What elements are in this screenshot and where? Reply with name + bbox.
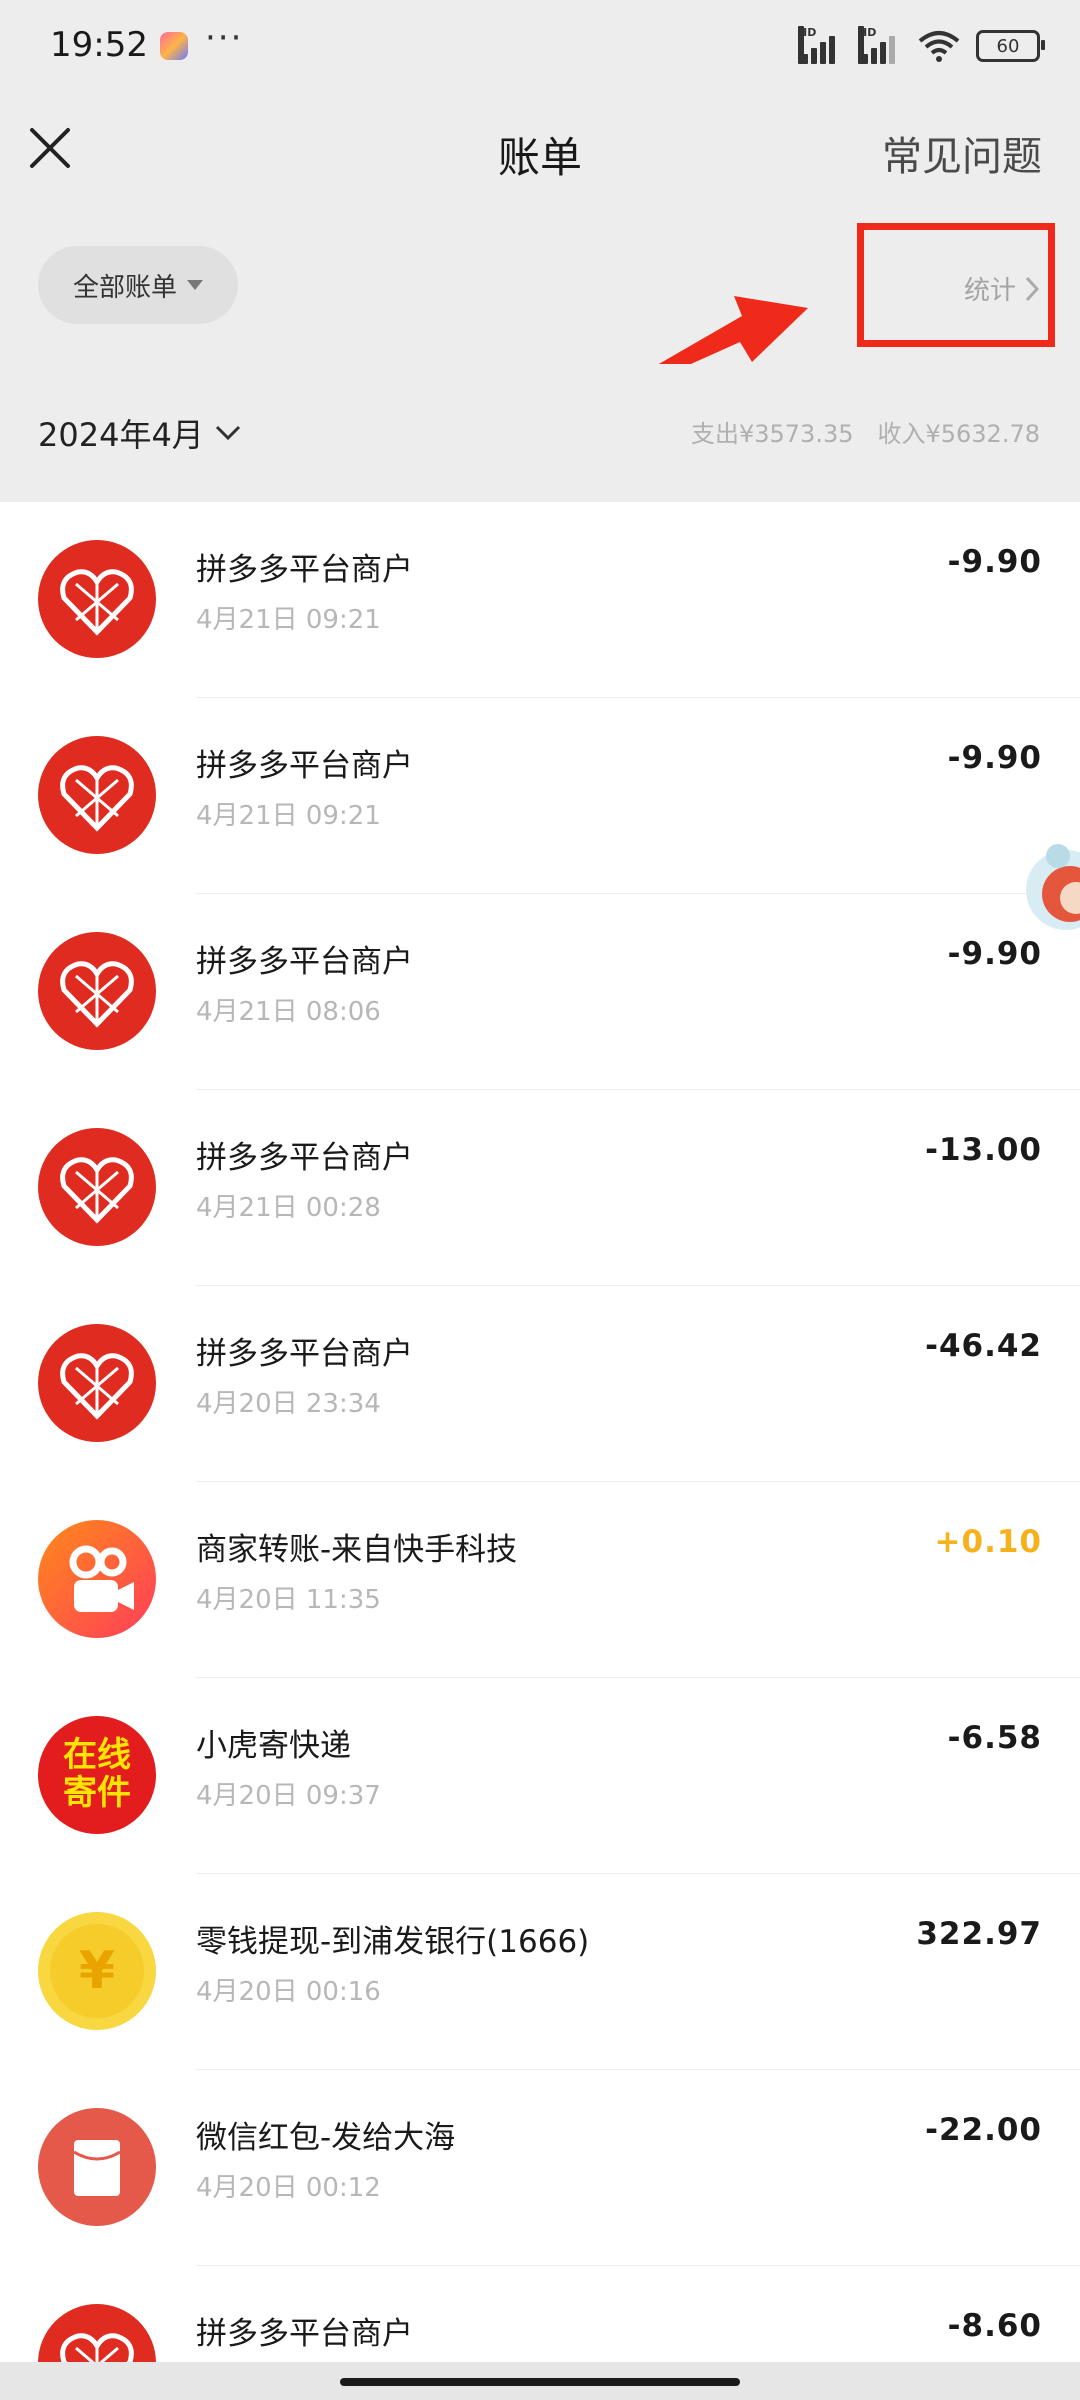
pinduoduo-logo — [38, 2304, 156, 2362]
transaction-amount: -13.00 — [925, 1132, 1042, 1168]
transaction-row[interactable]: 拼多多平台商户 -8.60 — [0, 2266, 1080, 2362]
expense-total: 支出¥3573.35 — [690, 420, 854, 448]
transaction-amount: +0.10 — [934, 1524, 1042, 1560]
battery-icon: 60 — [976, 30, 1045, 62]
pinduoduo-logo — [38, 736, 156, 854]
yuan-coin-icon: ¥ — [38, 1912, 156, 2030]
annotation-highlight-box — [857, 223, 1055, 347]
title-bar: 账单 常见问题 — [0, 100, 1080, 209]
status-bar: 19:52 ··· HD HD 60 — [0, 0, 1080, 100]
transaction-row[interactable]: 拼多多平台商户 4月21日 09:21 -9.90 — [0, 698, 1080, 894]
income-total: 收入¥5632.78 — [877, 420, 1040, 448]
kuaishou-logo — [38, 1520, 156, 1638]
more-notifications-icon: ··· — [205, 18, 244, 58]
merchant-name: 商家转账-来自快手科技 — [196, 1532, 518, 1568]
merchant-name: 拼多多平台商户 — [196, 944, 413, 980]
transaction-time: 4月20日 23:34 — [196, 1389, 381, 1419]
merchant-name: 小虎寄快递 — [196, 1728, 351, 1764]
logo-text-line: 寄件 — [63, 1773, 131, 1813]
merchant-name: 拼多多平台商户 — [196, 2316, 413, 2352]
pinduoduo-logo — [38, 1128, 156, 1246]
merchant-name: 拼多多平台商户 — [196, 748, 413, 784]
transaction-amount: -9.90 — [947, 544, 1042, 580]
transaction-time: 4月20日 09:37 — [196, 1781, 381, 1811]
pinduoduo-logo — [38, 1324, 156, 1442]
logo-text-line: 在线 — [63, 1735, 131, 1775]
notification-app-icon — [160, 32, 188, 60]
transaction-time: 4月21日 00:28 — [196, 1193, 381, 1223]
transaction-row[interactable]: 拼多多平台商户 4月20日 23:34 -46.42 — [0, 1286, 1080, 1482]
status-indicators: HD HD 60 — [798, 26, 1045, 64]
transaction-row[interactable]: 在线 寄件 小虎寄快递 4月20日 09:37 -6.58 — [0, 1678, 1080, 1874]
month-totals: 支出¥3573.35 收入¥5632.78 — [691, 414, 1040, 449]
caret-down-icon — [187, 280, 203, 290]
bill-type-label: 全部账单 — [72, 272, 177, 303]
status-time: 19:52 — [50, 25, 148, 65]
transaction-amount: 322.97 — [916, 1916, 1042, 1952]
month-bar: 2024年4月 支出¥3573.35 收入¥5632.78 — [0, 364, 1080, 502]
month-selector[interactable]: 2024年4月 — [38, 410, 242, 456]
month-label: 2024年4月 — [38, 416, 204, 454]
online-shipping-logo: 在线 寄件 — [38, 1716, 156, 1834]
pinduoduo-logo — [38, 932, 156, 1050]
merchant-name: 微信红包-发给大海 — [196, 2120, 456, 2156]
merchant-name: 拼多多平台商户 — [196, 552, 413, 588]
wifi-icon — [918, 31, 960, 62]
bill-type-filter[interactable]: 全部账单 — [38, 246, 238, 324]
transaction-time: 4月21日 09:21 — [196, 801, 381, 831]
transaction-row[interactable]: 拼多多平台商户 4月21日 00:28 -13.00 — [0, 1090, 1080, 1286]
chevron-down-icon — [215, 425, 240, 441]
transaction-row[interactable]: 微信红包-发给大海 4月20日 00:12 -22.00 — [0, 2070, 1080, 2266]
transaction-list[interactable]: 拼多多平台商户 4月21日 09:21 -9.90 拼多多平台商户 4月21日 … — [0, 502, 1080, 2362]
merchant-name: 拼多多平台商户 — [196, 1140, 413, 1176]
merchant-name: 拼多多平台商户 — [196, 1336, 413, 1372]
transaction-amount: -46.42 — [925, 1328, 1042, 1364]
transaction-time: 4月20日 11:35 — [196, 1585, 381, 1615]
transaction-row[interactable]: 商家转账-来自快手科技 4月20日 11:35 +0.10 — [0, 1482, 1080, 1678]
merchant-name: 零钱提现-到浦发银行(1666) — [196, 1924, 590, 1960]
transaction-time: 4月20日 00:12 — [196, 2173, 381, 2203]
transaction-amount: -6.58 — [947, 1720, 1042, 1756]
transaction-amount: -9.90 — [947, 740, 1042, 776]
transaction-amount: -8.60 — [947, 2308, 1042, 2344]
battery-level: 60 — [996, 35, 1020, 57]
floating-assistant-icon[interactable] — [1018, 820, 1080, 960]
red-packet-icon — [38, 2108, 156, 2226]
yuan-symbol: ¥ — [50, 1924, 144, 2018]
signal-icon: HD — [798, 26, 842, 64]
pinduoduo-logo — [38, 540, 156, 658]
transaction-row[interactable]: 拼多多平台商户 4月21日 09:21 -9.90 — [0, 502, 1080, 698]
signal-icon: HD — [858, 26, 902, 64]
transaction-time: 4月21日 09:21 — [196, 605, 381, 635]
system-nav-bar — [0, 2362, 1080, 2400]
transaction-row[interactable]: 拼多多平台商户 4月21日 08:06 -9.90 — [0, 894, 1080, 1090]
transaction-amount: -22.00 — [925, 2112, 1042, 2148]
home-indicator[interactable] — [340, 2378, 740, 2386]
transaction-row[interactable]: ¥ 零钱提现-到浦发银行(1666) 4月20日 00:16 322.97 — [0, 1874, 1080, 2070]
faq-link[interactable]: 常见问题 — [882, 124, 1042, 182]
transaction-time: 4月20日 00:16 — [196, 1977, 381, 2007]
transaction-time: 4月21日 08:06 — [196, 997, 381, 1027]
